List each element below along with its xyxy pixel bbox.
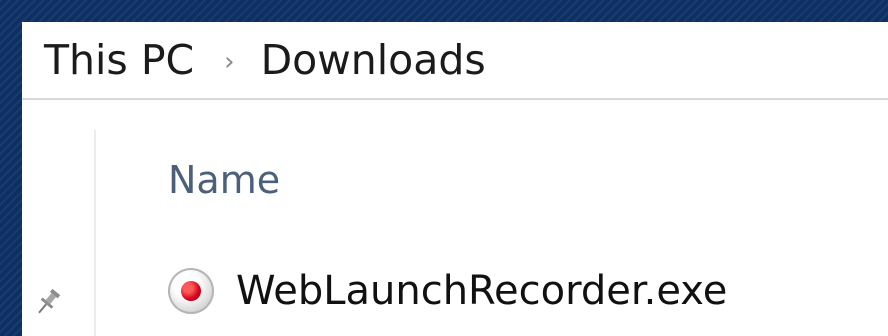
file-name: WebLaunchRecorder.exe: [236, 268, 728, 314]
pin-icon[interactable]: [32, 286, 64, 318]
file-explorer-window: This PC › Downloads Name WebLaunchRecord…: [22, 22, 888, 336]
breadcrumb-downloads[interactable]: Downloads: [261, 36, 486, 84]
breadcrumb-chevron-icon[interactable]: ›: [224, 47, 234, 77]
column-header-name[interactable]: Name: [168, 158, 280, 202]
navigation-pane-divider[interactable]: [94, 130, 96, 336]
record-icon: [168, 268, 214, 314]
file-row[interactable]: WebLaunchRecorder.exe: [168, 268, 727, 314]
address-bar[interactable]: This PC › Downloads: [22, 22, 888, 100]
breadcrumb-this-pc[interactable]: This PC: [44, 36, 194, 84]
